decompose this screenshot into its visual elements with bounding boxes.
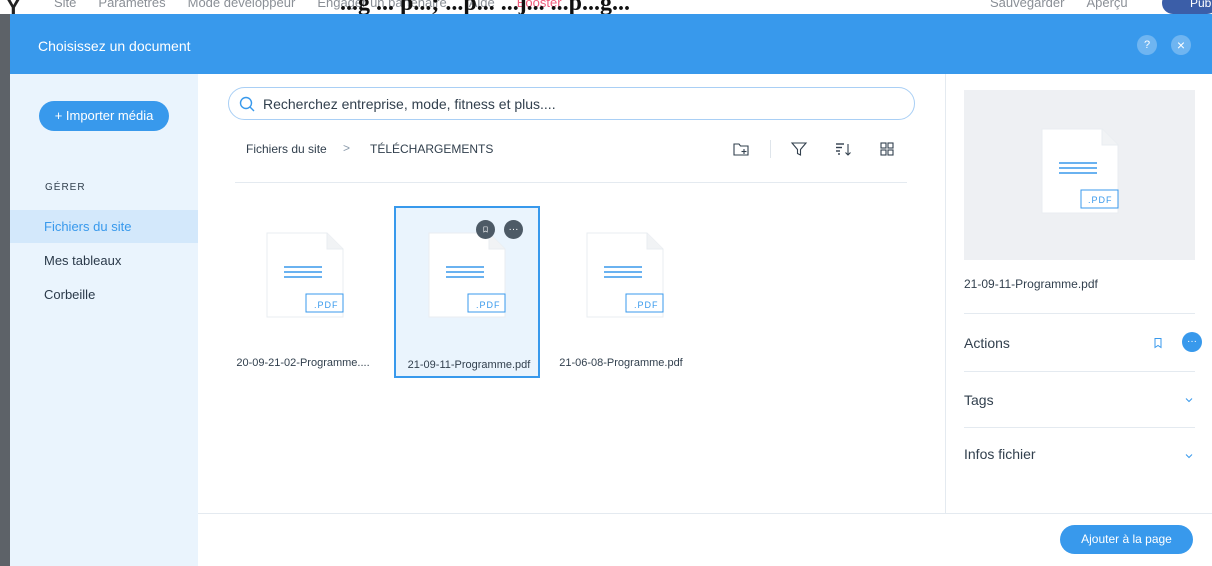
actions-label: Actions [964,335,1010,351]
sidebar-item-site-files[interactable]: Fichiers du site [10,210,198,243]
search-input[interactable] [263,94,903,114]
divider [964,371,1195,372]
new-folder-icon[interactable] [732,140,750,158]
sidebar-section-title: GÉRER [45,182,86,193]
sidebar: + Importer média GÉRER Fichiers du site … [10,74,198,566]
save-link[interactable]: Sauvegarder [990,0,1064,10]
grid-view-icon[interactable] [878,140,896,158]
editor-right-menu: Sauvegarder Aperçu [990,0,1128,10]
publish-button[interactable]: Publi [1162,0,1212,14]
breadcrumb-separator: > [343,141,351,155]
chevron-down-icon[interactable] [1184,395,1194,405]
editor-menu-item[interactable]: Site [54,0,76,10]
sidebar-item-trash[interactable]: Corbeille [10,278,198,311]
bookmark-icon[interactable] [1152,337,1164,349]
add-to-page-button[interactable]: Ajouter à la page [1060,525,1193,554]
help-button[interactable]: ? [1137,35,1157,55]
editor-top-bar: Y Site Paramètres Mode développeur Engag… [0,0,1212,14]
filter-icon[interactable] [790,140,808,158]
preview-link[interactable]: Aperçu [1086,0,1127,10]
file-preview: .PDF [964,90,1195,260]
search-box [228,87,915,120]
file-type-label: .PDF [476,300,501,310]
file-card[interactable]: .PDF 21-06-08-Programme.pdf [548,206,694,378]
dialog-title: Choisissez un document [38,38,191,54]
search-icon [239,96,255,112]
tags-label[interactable]: Tags [964,392,994,408]
editor-page-title: ...g ... p...; ...p... ...j... ...p...g.… [340,0,631,14]
file-card-selected[interactable]: .PDF ··· 21-09-11-Programme.pdf [394,206,540,378]
sort-icon[interactable] [834,140,852,158]
file-name: 21-09-11-Programme.pdf [407,359,531,371]
file-name: 21-06-08-Programme.pdf [559,357,683,369]
more-actions-button[interactable]: ··· [1182,332,1202,352]
selected-file-name: 21-09-11-Programme.pdf [964,277,1098,291]
editor-menu-item[interactable]: Mode développeur [188,0,296,10]
divider [964,427,1195,428]
file-name: 20-09-21-02-Programme.... [236,357,370,369]
breadcrumb-current: TÉLÉCHARGEMENTS [370,142,494,156]
choose-document-dialog: Choisissez un document ? × + Importer mé… [10,14,1212,566]
breadcrumb-root[interactable]: Fichiers du site [246,142,327,156]
import-media-button[interactable]: + Importer média [39,101,169,131]
close-button[interactable]: × [1171,35,1191,55]
file-info-label[interactable]: Infos fichier [964,446,1036,462]
footer-divider [198,513,1212,514]
sidebar-item-my-boards[interactable]: Mes tableaux [10,244,198,277]
editor-logo: Y [6,0,21,14]
divider [964,313,1195,314]
file-type-label: .PDF [1088,195,1113,205]
more-actions-button[interactable]: ··· [504,220,523,239]
file-type-label: .PDF [634,300,659,310]
dialog-header: Choisissez un document ? × [10,14,1212,74]
chevron-down-icon[interactable] [1184,451,1194,461]
bookmark-icon[interactable] [476,220,495,239]
editor-menu-item[interactable]: Paramètres [98,0,165,10]
toolbar-divider-line [235,182,907,183]
file-card[interactable]: .PDF 20-09-21-02-Programme.... [230,206,376,378]
file-type-label: .PDF [314,300,339,310]
file-details-panel: .PDF 21-09-11-Programme.pdf Actions ··· … [945,74,1212,514]
toolbar-divider [770,140,771,158]
